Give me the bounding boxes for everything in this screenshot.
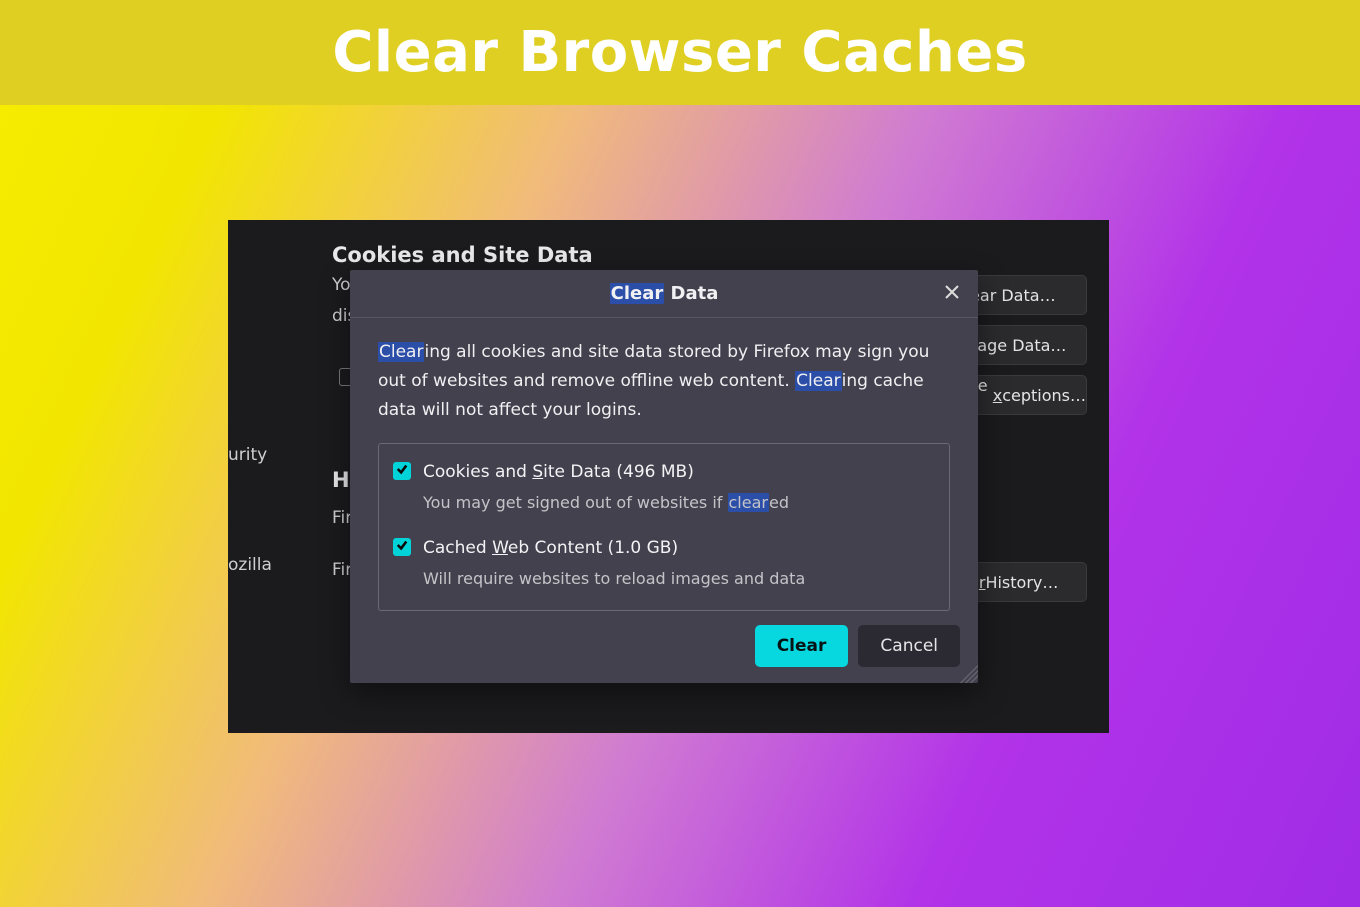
option-subtitle: You may get signed out of websites if cl… xyxy=(423,489,789,516)
sidebar-fragment: ozilla xyxy=(228,555,272,575)
cancel-button[interactable]: Cancel xyxy=(858,625,960,667)
close-icon xyxy=(944,284,960,304)
options-group: Cookies and Site Data (496 MB) You may g… xyxy=(378,443,950,611)
resize-handle-icon[interactable] xyxy=(959,664,978,683)
clear-button[interactable]: Clear xyxy=(755,625,849,667)
checkbox-cookies[interactable] xyxy=(393,462,411,480)
option-cached-web-content[interactable]: Cached Web Content (1.0 GB) Will require… xyxy=(393,534,935,592)
section-title-cookies: Cookies and Site Data xyxy=(332,240,1057,272)
stage: Cookies and Site Data Yo dis Hi Fir Fir … xyxy=(0,105,1360,907)
dialog-header: Clear Data xyxy=(350,270,978,318)
page-title: Clear Browser Caches xyxy=(332,20,1027,85)
dialog-body: Clearing all cookies and site data store… xyxy=(350,318,978,611)
dialog-description: Clearing all cookies and site data store… xyxy=(378,338,950,425)
option-title: Cached Web Content (1.0 GB) xyxy=(423,534,805,563)
dialog-title: Clear Data xyxy=(610,283,719,304)
check-icon xyxy=(396,532,408,561)
checkbox-cache[interactable] xyxy=(393,538,411,556)
dialog-actions: Clear Cancel xyxy=(755,625,960,667)
option-subtitle: Will require websites to reload images a… xyxy=(423,565,805,592)
bg-text: Yo xyxy=(332,275,351,295)
option-cookies-site-data[interactable]: Cookies and Site Data (496 MB) You may g… xyxy=(393,458,935,516)
page-header: Clear Browser Caches xyxy=(0,0,1360,105)
option-title: Cookies and Site Data (496 MB) xyxy=(423,458,789,487)
check-icon xyxy=(396,456,408,485)
sidebar-fragment: urity xyxy=(228,445,267,465)
clear-data-dialog: Clear Data Clearing all cookies and site… xyxy=(350,270,978,683)
close-button[interactable] xyxy=(936,278,968,310)
